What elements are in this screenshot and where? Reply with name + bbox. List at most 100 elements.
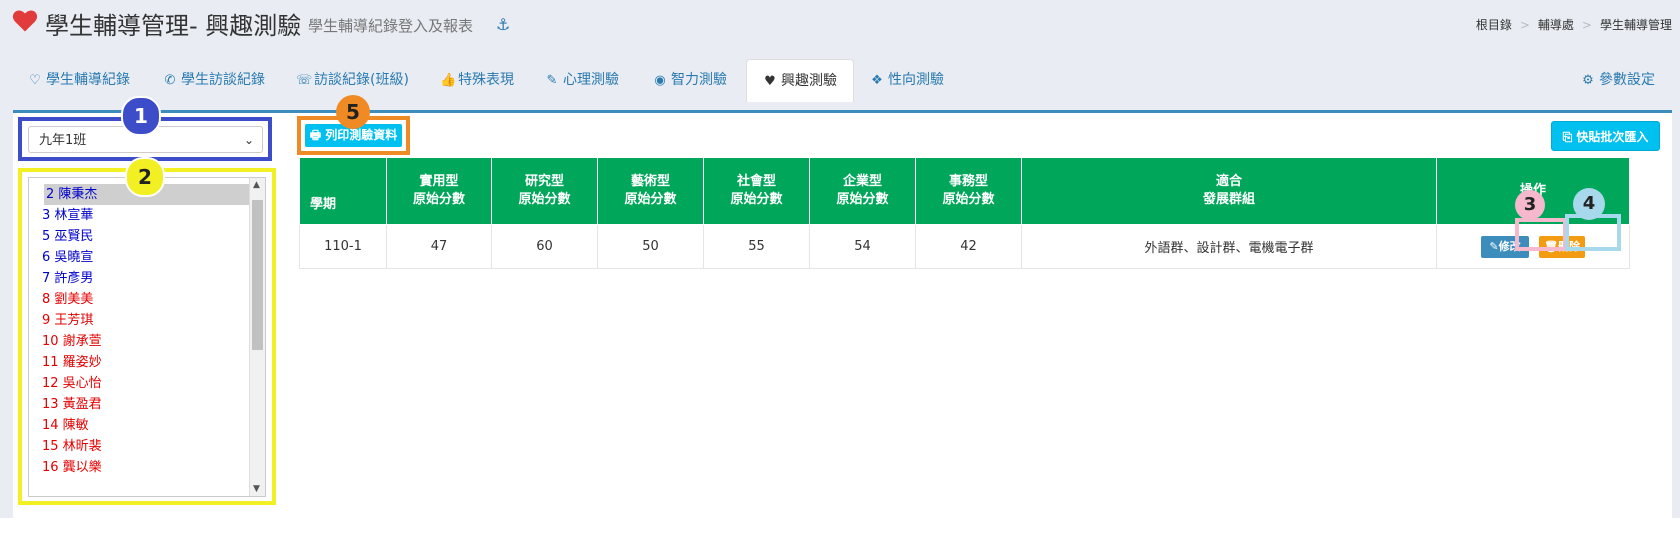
breadcrumb-separator: > bbox=[1519, 18, 1530, 32]
phone-icon: ✆ bbox=[164, 73, 176, 88]
header-text: 適合 bbox=[1215, 174, 1242, 189]
header-text: 原始分數 bbox=[624, 192, 677, 207]
thumbs-up-icon: 👍 bbox=[440, 73, 457, 88]
header-text: 實用型 bbox=[419, 174, 459, 189]
header-text: 學期 bbox=[310, 197, 337, 212]
column-header: 實用型 原始分數 bbox=[386, 157, 492, 225]
cell-art: 50 bbox=[597, 224, 704, 269]
student-list-item[interactable]: 5 巫賢民 bbox=[29, 226, 265, 247]
header-text: 事務型 bbox=[948, 174, 988, 189]
page-subtitle: 學生輔導紀錄登入及報表 bbox=[308, 17, 474, 35]
tab-label: 參數設定 bbox=[1599, 72, 1655, 88]
breadcrumb-separator: > bbox=[1581, 18, 1592, 32]
paste-button-label: 快貼批次匯入 bbox=[1576, 130, 1649, 144]
tab-psychological-test[interactable]: ✎ 心理測驗 bbox=[545, 59, 619, 101]
tab-bar: ♡ 學生輔導紀錄 ✆ 學生訪談紀錄 ☏ 訪談紀錄(班級) 👍 特殊表現 ✎ 心理測驗 ◉ 智… bbox=[16, 59, 1666, 102]
column-header: 適合 發展群組 bbox=[1021, 157, 1437, 225]
tab-counseling-records[interactable]: ♡ 學生輔導紀錄 bbox=[28, 59, 130, 101]
breadcrumb: 根目錄 > 輔導處 > 學生輔導管理 bbox=[1476, 16, 1672, 33]
heartbeat-icon: ♥ bbox=[764, 74, 776, 89]
tab-student-interviews[interactable]: ✆ 學生訪談紀錄 bbox=[163, 59, 265, 101]
scrollbar[interactable]: ▲ ▼ bbox=[249, 178, 265, 496]
tab-label: 學生訪談紀錄 bbox=[181, 72, 265, 88]
header-text: 原始分數 bbox=[942, 192, 995, 207]
cell-research: 60 bbox=[491, 224, 598, 269]
annotation-badge-1: 1 bbox=[121, 96, 161, 136]
tab-label: 心理測驗 bbox=[563, 72, 619, 88]
phone-ring-icon: ☏ bbox=[296, 73, 313, 88]
scrollbar-thumb[interactable] bbox=[252, 200, 263, 350]
printer-icon: 🖶 bbox=[309, 128, 322, 142]
edit-icon: ✎ bbox=[546, 73, 558, 88]
quick-paste-import-button[interactable]: ⎘ 快貼批次匯入 bbox=[1551, 121, 1660, 151]
student-list-item[interactable]: 16 龔以樂 bbox=[29, 457, 265, 478]
table-header-row: 學期 實用型原始分數 研究型原始分數 藝術型原始分數 社會型原始分數 企業型原始… bbox=[299, 157, 1630, 225]
tab-label: 性向測驗 bbox=[888, 72, 944, 88]
header-text: 原始分數 bbox=[412, 192, 465, 207]
tab-aptitude-test[interactable]: ❖ 性向測驗 bbox=[870, 59, 944, 101]
annotation-badge-5: 5 bbox=[336, 95, 370, 129]
interest-test-table: 學期 實用型原始分數 研究型原始分數 藝術型原始分數 社會型原始分數 企業型原始… bbox=[299, 157, 1630, 269]
student-list[interactable]: 2 陳秉杰 3 林宣華 5 巫賢民 6 吳曉宣 7 許彥男 8 劉美美 9 王芳琪 10 謝承… bbox=[28, 177, 266, 497]
student-list-item[interactable]: 10 謝承萱 bbox=[29, 331, 265, 352]
column-header: 事務型 原始分數 bbox=[915, 157, 1022, 225]
cell-affairs: 42 bbox=[915, 224, 1022, 269]
column-header: 社會型 原始分數 bbox=[703, 157, 810, 225]
student-list-item[interactable]: 11 羅姿妙 bbox=[29, 352, 265, 373]
header-text: 原始分數 bbox=[836, 192, 889, 207]
cell-enterprise: 54 bbox=[809, 224, 916, 269]
scroll-up-icon[interactable]: ▲ bbox=[253, 180, 260, 190]
tab-special-performance[interactable]: 👍 特殊表現 bbox=[440, 59, 514, 101]
student-items: 2 陳秉杰 3 林宣華 5 巫賢民 6 吳曉宣 7 許彥男 8 劉美美 9 王芳琪 10 謝承… bbox=[29, 184, 265, 478]
delete-button-highlight bbox=[1565, 214, 1621, 251]
tab-label: 智力測驗 bbox=[671, 72, 727, 88]
header-text: 發展群組 bbox=[1202, 192, 1255, 207]
breadcrumb-guidance-office[interactable]: 輔導處 bbox=[1538, 18, 1574, 32]
student-list-item[interactable]: 9 王芳琪 bbox=[29, 310, 265, 331]
student-list-highlight: 2 陳秉杰 3 林宣華 5 巫賢民 6 吳曉宣 7 許彥男 8 劉美美 9 王芳琪 10 謝承… bbox=[18, 168, 276, 505]
chevron-down-icon: ⌄ bbox=[243, 133, 254, 147]
student-list-item[interactable]: 13 黃盈君 bbox=[29, 394, 265, 415]
column-header: 學期 bbox=[299, 157, 387, 225]
anchor-icon[interactable]: ⚓ bbox=[496, 15, 510, 34]
student-list-item[interactable]: 8 劉美美 bbox=[29, 289, 265, 310]
tab-interest-test[interactable]: ♥ 興趣測驗 bbox=[746, 59, 854, 102]
header-text: 社會型 bbox=[736, 174, 776, 189]
student-list-item[interactable]: 15 林昕裴 bbox=[29, 436, 265, 457]
gear-icon: ⚙ bbox=[1582, 73, 1594, 88]
tab-intelligence-test[interactable]: ◉ 智力測驗 bbox=[653, 59, 727, 101]
breadcrumb-root[interactable]: 根目錄 bbox=[1476, 18, 1512, 32]
heart-outline-icon: ♡ bbox=[29, 73, 41, 88]
heart-logo-icon bbox=[12, 10, 38, 32]
header-text: 原始分數 bbox=[518, 192, 571, 207]
header-text: 原始分數 bbox=[730, 192, 783, 207]
edit-icon: ✎ bbox=[1489, 239, 1499, 253]
student-list-item[interactable]: 14 陳敏 bbox=[29, 415, 265, 436]
student-list-item[interactable]: 6 吳曉宣 bbox=[29, 247, 265, 268]
cell-term: 110-1 bbox=[299, 224, 387, 269]
table-row: 110-1 47 60 50 55 54 42 外語群、設計群、電機電子群 ✎修… bbox=[299, 224, 1630, 269]
header-text: 藝術型 bbox=[630, 174, 670, 189]
student-list-item[interactable]: 3 林宣華 bbox=[29, 205, 265, 226]
tab-label: 興趣測驗 bbox=[781, 73, 837, 89]
header-text: 研究型 bbox=[524, 174, 564, 189]
paste-icon: ⎘ bbox=[1562, 130, 1573, 144]
column-header: 藝術型 原始分數 bbox=[597, 157, 704, 225]
cubes-icon: ❖ bbox=[871, 73, 883, 88]
student-list-item[interactable]: 7 許彥男 bbox=[29, 268, 265, 289]
scroll-down-icon[interactable]: ▼ bbox=[253, 484, 260, 494]
tab-label: 特殊表現 bbox=[458, 72, 514, 88]
student-list-item[interactable]: 12 吳心怡 bbox=[29, 373, 265, 394]
eye-icon: ◉ bbox=[654, 73, 666, 88]
annotation-badge-3: 3 bbox=[1515, 190, 1545, 220]
class-select-value: 九年1班 bbox=[39, 133, 87, 148]
annotation-badge-4: 4 bbox=[1573, 188, 1605, 220]
page-title: 學生輔導管理- 興趣測驗 bbox=[45, 12, 302, 40]
cell-group: 外語群、設計群、電機電子群 bbox=[1021, 224, 1437, 269]
column-header: 研究型 原始分數 bbox=[491, 157, 598, 225]
edit-button-highlight bbox=[1515, 218, 1567, 251]
header-text: 企業型 bbox=[842, 174, 882, 189]
tab-label: 學生輔導紀錄 bbox=[46, 72, 130, 88]
tab-settings[interactable]: ⚙ 參數設定 bbox=[1581, 59, 1655, 101]
print-button-label: 列印測驗資料 bbox=[325, 128, 398, 142]
